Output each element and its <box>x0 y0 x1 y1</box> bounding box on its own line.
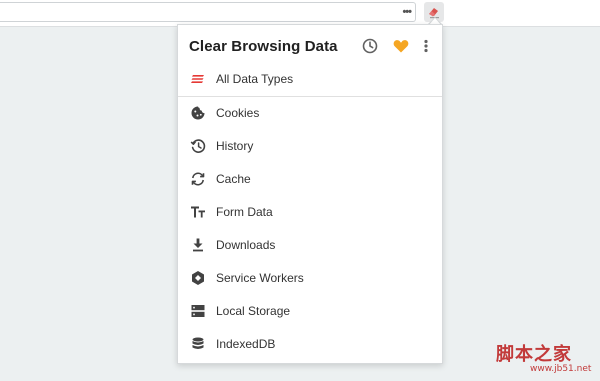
database-icon <box>190 336 206 352</box>
text-fields-icon <box>190 204 206 220</box>
item-cache[interactable]: Cache <box>178 163 442 196</box>
site-watermark-url: www.jb51.net <box>530 364 592 374</box>
storage-icon <box>190 303 206 319</box>
item-cookies[interactable]: Cookies <box>178 97 442 130</box>
refresh-icon <box>190 171 206 187</box>
item-label: Cookies <box>216 106 260 120</box>
clear-browsing-data-popup: Clear Browsing Data All Data Types Cooki… <box>177 24 443 364</box>
page-actions-menu[interactable]: ••• <box>402 6 412 18</box>
item-local-storage[interactable]: Local Storage <box>178 295 442 328</box>
download-icon <box>190 237 206 253</box>
heart-icon[interactable] <box>392 37 410 55</box>
item-all-data-types[interactable]: All Data Types <box>178 63 442 97</box>
item-label: Service Workers <box>216 271 304 285</box>
all-data-icon <box>190 71 206 87</box>
more-vert-icon[interactable] <box>421 37 431 55</box>
popup-title: Clear Browsing Data <box>189 38 338 55</box>
item-history[interactable]: History <box>178 130 442 163</box>
item-label: Local Storage <box>216 304 291 318</box>
item-form-data[interactable]: Form Data <box>178 196 442 229</box>
browser-toolbar: ••• <box>0 0 600 27</box>
item-label: History <box>216 139 254 153</box>
item-service-workers[interactable]: Service Workers <box>178 262 442 295</box>
item-label: Downloads <box>216 238 276 252</box>
item-downloads[interactable]: Downloads <box>178 229 442 262</box>
cookie-icon <box>190 105 206 121</box>
data-type-list: All Data Types Cookies History Cache For… <box>178 63 442 361</box>
address-bar[interactable]: ••• <box>0 2 416 22</box>
item-label: IndexedDB <box>216 337 276 351</box>
history-icon <box>190 138 206 154</box>
item-label: All Data Types <box>216 72 294 86</box>
clock-icon[interactable] <box>361 37 379 55</box>
item-indexeddb[interactable]: IndexedDB <box>178 328 442 361</box>
site-watermark: 脚本之家 <box>496 344 572 365</box>
item-label: Form Data <box>216 205 273 219</box>
item-label: Cache <box>216 172 251 186</box>
service-worker-icon <box>190 270 206 286</box>
